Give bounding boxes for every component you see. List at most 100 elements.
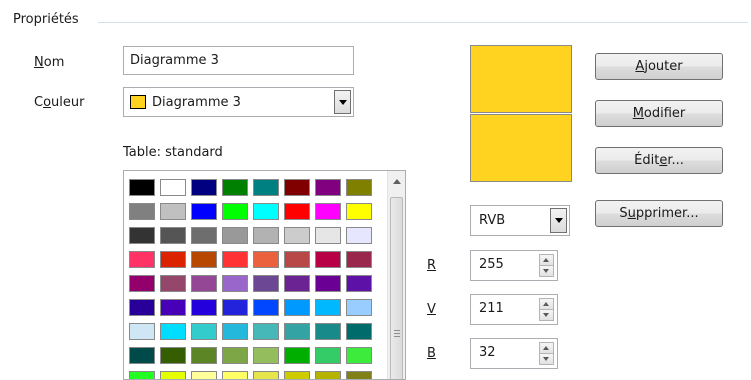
palette-color-cell[interactable] [315,203,341,220]
palette-color-cell[interactable] [191,347,217,364]
red-spinbox[interactable]: 255 [470,250,558,281]
chevron-down-icon [338,99,347,105]
palette-color-cell[interactable] [284,323,310,340]
palette-color-cell[interactable] [315,227,341,244]
palette-color-cell[interactable] [222,227,248,244]
palette-color-cell[interactable] [284,299,310,316]
palette-color-cell[interactable] [346,251,372,268]
palette-color-cell[interactable] [129,203,155,220]
arrow-up-icon [543,258,549,262]
delete-button-label-start: S [619,206,628,221]
palette-color-cell[interactable] [222,203,248,220]
palette-color-cell[interactable] [346,347,372,364]
preview-old-color [470,45,572,113]
arrow-up-icon [543,346,549,350]
palette-color-cell[interactable] [346,323,372,340]
palette-color-cell[interactable] [222,275,248,292]
palette-color-cell[interactable] [315,323,341,340]
green-spinbox[interactable]: 211 [470,294,558,325]
palette-color-cell[interactable] [160,179,186,196]
palette-color-cell[interactable] [253,275,279,292]
palette-color-cell[interactable] [253,299,279,316]
grip-line [394,333,400,334]
palette-color-cell[interactable] [160,347,186,364]
palette-color-cell[interactable] [191,203,217,220]
red-decrement-button[interactable] [539,265,554,277]
palette-color-cell[interactable] [160,251,186,268]
palette-color-cell[interactable] [253,179,279,196]
palette-color-cell[interactable] [346,299,372,316]
color-dropdown-button[interactable] [334,90,351,114]
palette-color-cell[interactable] [129,347,155,364]
palette-color-cell[interactable] [129,227,155,244]
palette-color-cell[interactable] [160,323,186,340]
properties-group-title: Propriétés [13,12,79,27]
palette-color-cell[interactable] [129,323,155,340]
palette-color-cell[interactable] [160,203,186,220]
palette-color-cell[interactable] [129,251,155,268]
edit-button[interactable]: Édit e r... [595,147,723,174]
red-value: 255 [479,257,504,272]
palette-color-cell[interactable] [315,299,341,316]
palette-color-cell[interactable] [284,179,310,196]
palette-color-cell[interactable] [253,323,279,340]
modify-button-label: odifier [643,106,686,121]
palette-color-cell[interactable] [222,251,248,268]
palette-color-cell[interactable] [346,203,372,220]
color-model-select[interactable]: RVB [470,205,570,236]
add-button[interactable]: Ajouter [595,53,723,80]
palette-color-cell[interactable] [160,275,186,292]
palette-color-cell[interactable] [284,347,310,364]
palette-color-cell[interactable] [284,275,310,292]
modify-button[interactable]: Modifier [595,100,723,127]
palette-color-cell[interactable] [315,251,341,268]
palette-color-cell[interactable] [191,275,217,292]
palette-color-cell[interactable] [129,299,155,316]
palette-color-cell[interactable] [222,347,248,364]
palette-color-cell[interactable] [191,179,217,196]
palette-color-cell[interactable] [129,179,155,196]
chevron-down-icon [554,218,563,223]
blue-decrement-button[interactable] [539,353,554,365]
delete-button[interactable]: Su pprimer... [595,200,723,227]
color-model-dropdown-button[interactable] [550,208,567,233]
palette-color-cell[interactable] [253,251,279,268]
name-input-value: Diagramme 3 [130,53,219,68]
palette-color-cell[interactable] [160,227,186,244]
palette-color-cell[interactable] [191,323,217,340]
palette-color-cell[interactable] [284,227,310,244]
palette-scrollbar[interactable] [387,171,405,379]
scroll-up-icon[interactable] [393,179,401,184]
palette-color-cell[interactable] [315,347,341,364]
palette-color-cell[interactable] [346,227,372,244]
palette-color-cell[interactable] [253,203,279,220]
palette-color-cell[interactable] [191,299,217,316]
palette-color-cell[interactable] [222,323,248,340]
palette-color-cell[interactable] [284,203,310,220]
edit-button-mnemonic: e [659,153,668,168]
palette-color-cell[interactable] [160,299,186,316]
green-decrement-button[interactable] [539,309,554,321]
color-palette[interactable] [123,170,406,380]
add-button-label: jouter [644,59,683,74]
palette-color-cell[interactable] [346,275,372,292]
name-label: Nom [34,55,65,70]
palette-color-cell[interactable] [284,251,310,268]
palette-color-cell[interactable] [315,179,341,196]
delete-button-label: pprimer... [635,206,699,221]
palette-color-cell[interactable] [253,227,279,244]
palette-color-cell[interactable] [346,179,372,196]
palette-color-cell[interactable] [222,299,248,316]
scroll-thumb[interactable] [390,197,403,379]
palette-color-cell[interactable] [191,227,217,244]
palette-color-cell[interactable] [222,179,248,196]
name-input[interactable]: Diagramme 3 [123,46,354,75]
palette-color-cell[interactable] [253,347,279,364]
palette-color-cell[interactable] [191,251,217,268]
color-select[interactable]: Diagramme 3 [123,87,354,117]
palette-color-cell[interactable] [315,275,341,292]
blue-spinbox[interactable]: 32 [470,338,558,369]
delete-button-mnemonic: u [627,206,636,221]
color-model-value: RVB [479,213,506,228]
palette-color-cell[interactable] [129,275,155,292]
